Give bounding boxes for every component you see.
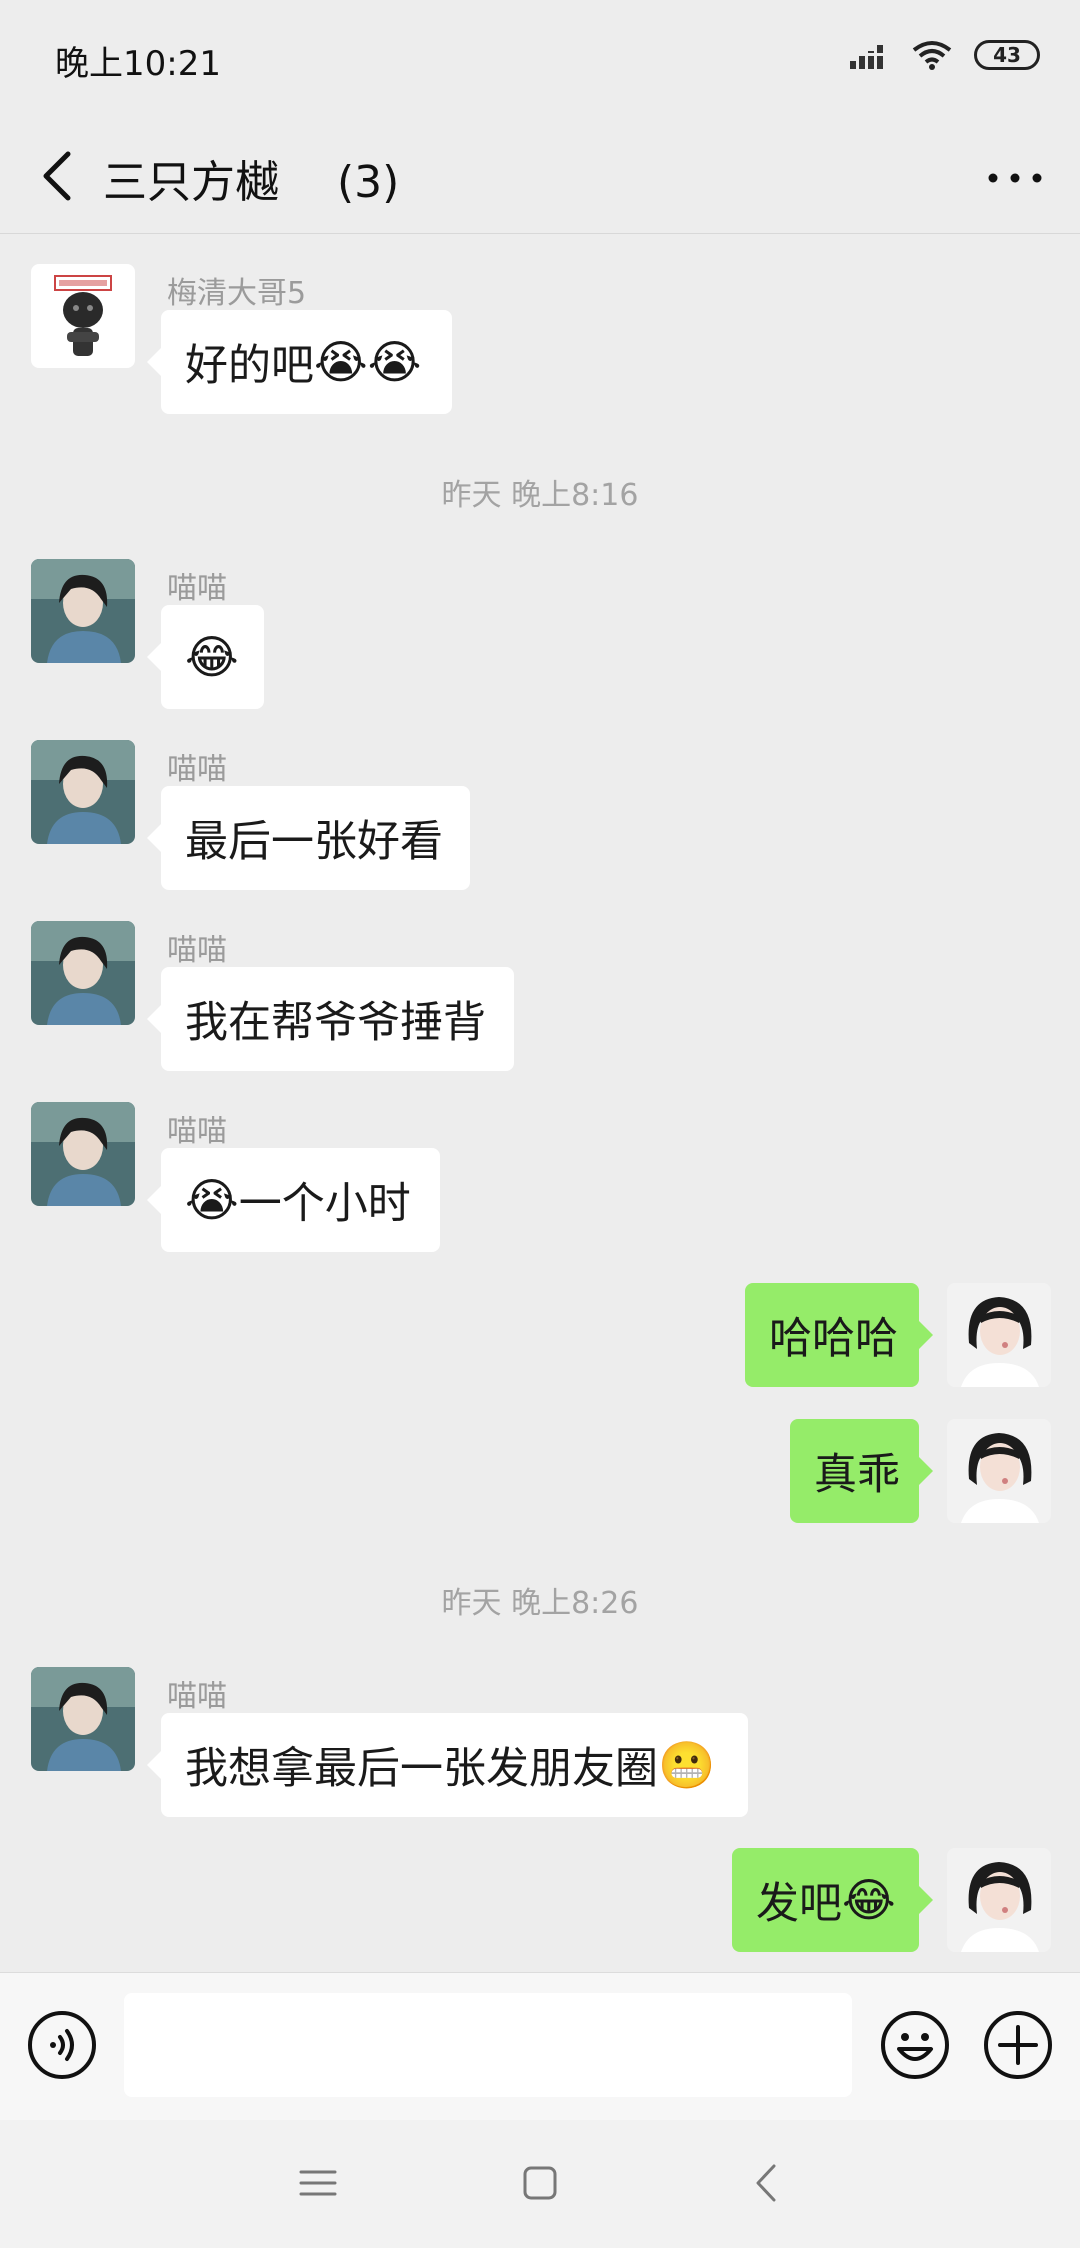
crying-emoji-icon: 😭 (367, 335, 422, 389)
avatar-miaomiao[interactable] (31, 740, 135, 844)
home-square-icon (523, 2166, 557, 2200)
sender-name: 喵喵 (167, 1679, 227, 1714)
sender-name: 喵喵 (167, 752, 227, 787)
avatar-self[interactable] (947, 1848, 1051, 1952)
sender-name: 梅清大哥5 (167, 276, 307, 311)
avatar-meiqing[interactable] (31, 264, 135, 368)
photo-avatar-icon (31, 559, 135, 663)
message-text: 真乖 (814, 1450, 900, 1500)
avatar-self[interactable] (947, 1283, 1051, 1387)
photo-avatar-icon (947, 1848, 1051, 1952)
photo-avatar-icon (31, 1102, 135, 1206)
chat-header: 三只方樾 (3) (0, 118, 1080, 234)
signal-icon (850, 45, 890, 69)
message-text: 我想拿最后一张发朋友圈 (185, 1744, 658, 1794)
crying-emoji-icon: 😭 (185, 1173, 239, 1227)
message-text: 发吧 (756, 1879, 842, 1929)
avatar-miaomiao[interactable] (31, 1102, 135, 1206)
back-icon (756, 2164, 776, 2202)
laughing-emoji-icon: 😂 (842, 1873, 896, 1927)
chevron-left-icon (43, 151, 71, 201)
status-bar: 晚上10:21 43 (0, 0, 1080, 118)
message-bubble[interactable]: 😂 (147, 605, 264, 709)
message-text: 我在帮爷爷捶背 (185, 998, 486, 1048)
chat-title: 三只方樾 (3) (103, 157, 400, 208)
photo-avatar-icon (947, 1283, 1051, 1387)
laughing-emoji-icon: 😂 (185, 630, 239, 684)
message-text: 哈哈哈 (769, 1314, 898, 1364)
message-bubble[interactable]: 😭 一个小时 (147, 1148, 440, 1252)
battery-icon: 43 (974, 40, 1040, 70)
message-bubble[interactable]: 好的吧 😭 😭 (147, 310, 452, 414)
photo-avatar-icon (947, 1419, 1051, 1523)
wifi-icon (912, 41, 952, 70)
nav-home-button[interactable] (515, 2158, 565, 2208)
grimacing-emoji-icon: 😬 (658, 1738, 716, 1792)
status-time: 晚上10:21 (55, 44, 221, 84)
emoji-button[interactable] (879, 2009, 951, 2081)
timestamp: 昨天 晚上8:16 (441, 478, 639, 513)
message-bubble-self[interactable]: 哈哈哈 (745, 1283, 933, 1387)
sticker-avatar-icon (54, 275, 112, 356)
photo-avatar-icon (31, 1667, 135, 1771)
message-bubble[interactable]: 我在帮爷爷捶背 (147, 967, 514, 1071)
message-text: 好的吧 (185, 341, 314, 391)
message-bubble-self[interactable]: 真乖 (790, 1419, 933, 1523)
sender-name: 喵喵 (167, 1114, 227, 1149)
battery-level: 43 (993, 43, 1021, 67)
more-functions-button[interactable] (982, 2009, 1054, 2081)
back-button[interactable] (30, 144, 90, 208)
sender-name: 喵喵 (167, 571, 227, 606)
plus-icon (984, 2011, 1052, 2079)
more-dots-icon (988, 173, 1042, 183)
menu-icon (299, 2170, 337, 2196)
timestamp: 昨天 晚上8:26 (441, 1586, 639, 1621)
input-bar (0, 1972, 1080, 2120)
nav-menu-button[interactable] (293, 2158, 343, 2208)
message-bubble-self[interactable]: 发吧 😂 (732, 1848, 933, 1952)
status-icons: 43 (850, 40, 1040, 70)
message-bubble[interactable]: 我想拿最后一张发朋友圈 😬 (147, 1713, 748, 1817)
avatar-miaomiao[interactable] (31, 559, 135, 663)
message-input[interactable] (124, 1993, 852, 2097)
smiley-icon (881, 2011, 949, 2079)
message-text: 一个小时 (238, 1179, 411, 1229)
message-bubble[interactable]: 最后一张好看 (147, 786, 470, 890)
avatar-miaomiao[interactable] (31, 1667, 135, 1771)
avatar-miaomiao[interactable] (31, 921, 135, 1025)
nav-back-button[interactable] (742, 2158, 792, 2208)
system-nav-bar (0, 2120, 1080, 2248)
voice-icon (28, 2011, 96, 2079)
crying-emoji-icon: 😭 (314, 335, 368, 389)
photo-avatar-icon (31, 921, 135, 1025)
voice-button[interactable] (26, 2009, 98, 2081)
more-button[interactable] (980, 148, 1050, 208)
photo-avatar-icon (31, 740, 135, 844)
message-text: 最后一张好看 (185, 817, 443, 867)
sender-name: 喵喵 (167, 933, 227, 968)
avatar-self[interactable] (947, 1419, 1051, 1523)
